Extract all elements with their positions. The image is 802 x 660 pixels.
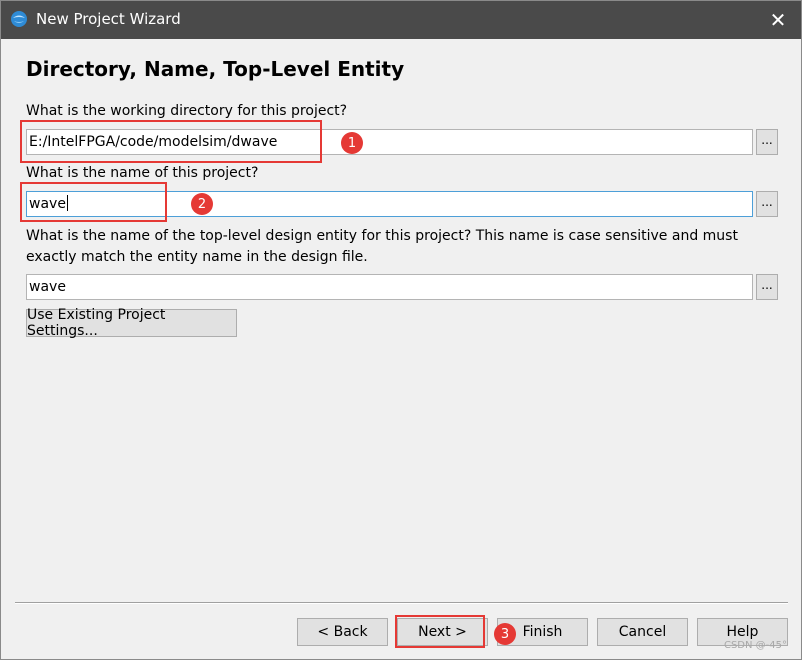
close-button[interactable]: ✕ bbox=[755, 1, 801, 39]
cancel-button[interactable]: Cancel bbox=[597, 618, 688, 646]
footer-divider bbox=[15, 602, 788, 604]
title-bar: New Project Wizard ✕ bbox=[1, 1, 801, 39]
directory-label: What is the working directory for this p… bbox=[26, 103, 348, 119]
annotation-badge-2: 2 bbox=[191, 193, 213, 215]
close-icon: ✕ bbox=[769, 8, 787, 32]
page-title: Directory, Name, Top-Level Entity bbox=[26, 57, 405, 81]
top-level-input[interactable]: wave bbox=[26, 274, 753, 300]
annotation-highlight-project-name bbox=[20, 182, 167, 222]
project-name-browse-button[interactable]: ... bbox=[756, 191, 778, 217]
wizard-window: New Project Wizard ✕ Directory, Name, To… bbox=[0, 0, 802, 660]
top-level-browse-button[interactable]: ... bbox=[756, 274, 778, 300]
window-title: New Project Wizard bbox=[36, 10, 181, 28]
annotation-badge-3: 3 bbox=[494, 623, 516, 645]
annotation-highlight-directory bbox=[20, 120, 322, 163]
back-button[interactable]: < Back bbox=[297, 618, 388, 646]
quartus-app-icon bbox=[10, 10, 28, 28]
watermark: CSDN @-45° bbox=[723, 640, 787, 651]
use-existing-settings-button[interactable]: Use Existing Project Settings... bbox=[26, 307, 237, 339]
annotation-badge-1: 1 bbox=[341, 132, 363, 154]
project-name-label: What is the name of this project? bbox=[26, 165, 259, 181]
annotation-highlight-next bbox=[395, 615, 485, 648]
top-level-label: What is the name of the top-level design… bbox=[26, 228, 738, 265]
directory-browse-button[interactable]: ... bbox=[756, 129, 778, 155]
